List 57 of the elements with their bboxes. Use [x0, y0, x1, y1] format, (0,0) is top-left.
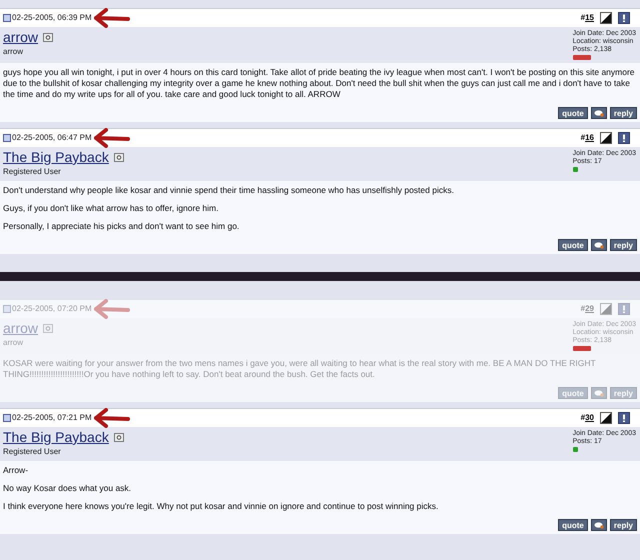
- speech-bubble-icon: [594, 110, 604, 116]
- user-title: arrow: [3, 46, 24, 58]
- post-icon: [3, 134, 11, 142]
- post-text: Personally, I appreciate his picks and don't want to see him go.: [3, 221, 240, 232]
- username-link[interactable]: arrow: [3, 29, 38, 46]
- speech-bubble-icon: [594, 242, 604, 248]
- online-status-icon: [114, 433, 124, 442]
- reply-button[interactable]: reply: [610, 239, 637, 251]
- post-number-link[interactable]: 15: [585, 12, 594, 24]
- post-text: guys hope you all win tonight, i put in over 4 hours on this card tonight. Take allot of pride beating the ivy league when most can't. I won't be posting on this site anymore due to the bullshit of kosar challenging my integrity over a game he knew nothing about. Don't need the bull shit when the guys can just call me and i don't have to take the time and do my write ups for all of you. take care and good luck tonight to all. ARROW: [3, 67, 636, 100]
- report-icon[interactable]: [618, 132, 630, 144]
- post-text: Guys, if you don't like what arrow has to offer, ignore him.: [3, 203, 220, 214]
- multi-quote-button[interactable]: [590, 239, 607, 251]
- reply-button[interactable]: reply: [610, 107, 637, 119]
- quote-button[interactable]: quote: [558, 107, 588, 119]
- quote-button[interactable]: quote: [558, 239, 588, 251]
- post-icon: [3, 305, 11, 313]
- arrow-icon: [94, 8, 130, 28]
- contrast-icon[interactable]: [600, 12, 612, 24]
- post-icon: [3, 14, 11, 22]
- quote-button[interactable]: quote: [558, 519, 588, 531]
- report-icon[interactable]: [618, 412, 630, 424]
- post-date: 02-25-2005, 07:20 PM: [12, 303, 92, 315]
- username-link[interactable]: The Big Payback: [3, 149, 109, 166]
- speech-bubble-icon: [594, 390, 604, 396]
- online-status-icon: [43, 324, 54, 333]
- username-link[interactable]: The Big Payback: [3, 429, 109, 446]
- post-text: KOSAR were waiting for your answer from the two mens names i gave you, were all waiting to hear what is the real story with me. BE A MAN DO THE RIGHT THING!!!!!!!!!!!!!!!!!!!!!!!Or you have nothing left to say. Don't beat around the bush. Get the facts out.: [3, 358, 597, 380]
- post-number-prefix: #: [580, 412, 586, 424]
- post-text: No way Kosar does what you ask.: [3, 483, 132, 494]
- contrast-icon[interactable]: [600, 132, 612, 144]
- report-icon[interactable]: [618, 12, 630, 24]
- post-date: 02-25-2005, 06:39 PM: [12, 12, 92, 24]
- arrow-icon: [94, 128, 130, 148]
- multi-quote-button[interactable]: [590, 519, 607, 531]
- post-date: 02-25-2005, 07:21 PM: [12, 412, 92, 424]
- arrow-icon: [94, 408, 130, 428]
- multi-quote-button[interactable]: [590, 107, 607, 119]
- post-date: 02-25-2005, 06:47 PM: [12, 132, 92, 144]
- post-number-prefix: #: [580, 303, 586, 315]
- post-icon: [3, 414, 11, 422]
- user-title: arrow: [3, 337, 24, 349]
- post-number-prefix: #: [580, 12, 586, 24]
- user-title: Registered User: [3, 166, 62, 178]
- arrow-icon: [94, 299, 130, 319]
- speech-bubble-icon: [594, 522, 604, 528]
- post-number-prefix: #: [580, 132, 586, 144]
- post-number-link[interactable]: 16: [585, 132, 594, 144]
- reply-button[interactable]: reply: [610, 519, 637, 531]
- online-status-icon: [43, 33, 54, 42]
- post-text: Don't understand why people like kosar and vinnie spend their time hassling someone who has unselfishly posted picks.: [3, 185, 455, 196]
- user-title: Registered User: [3, 446, 62, 458]
- online-status-icon: [114, 153, 124, 162]
- post-number-link[interactable]: 30: [585, 412, 594, 424]
- post-text: I think everyone here knows you're legit. Why not put kosar and vinnie on ignore and continue to post winning picks.: [3, 501, 440, 512]
- contrast-icon[interactable]: [600, 412, 612, 424]
- post-text: Arrow-: [3, 465, 30, 476]
